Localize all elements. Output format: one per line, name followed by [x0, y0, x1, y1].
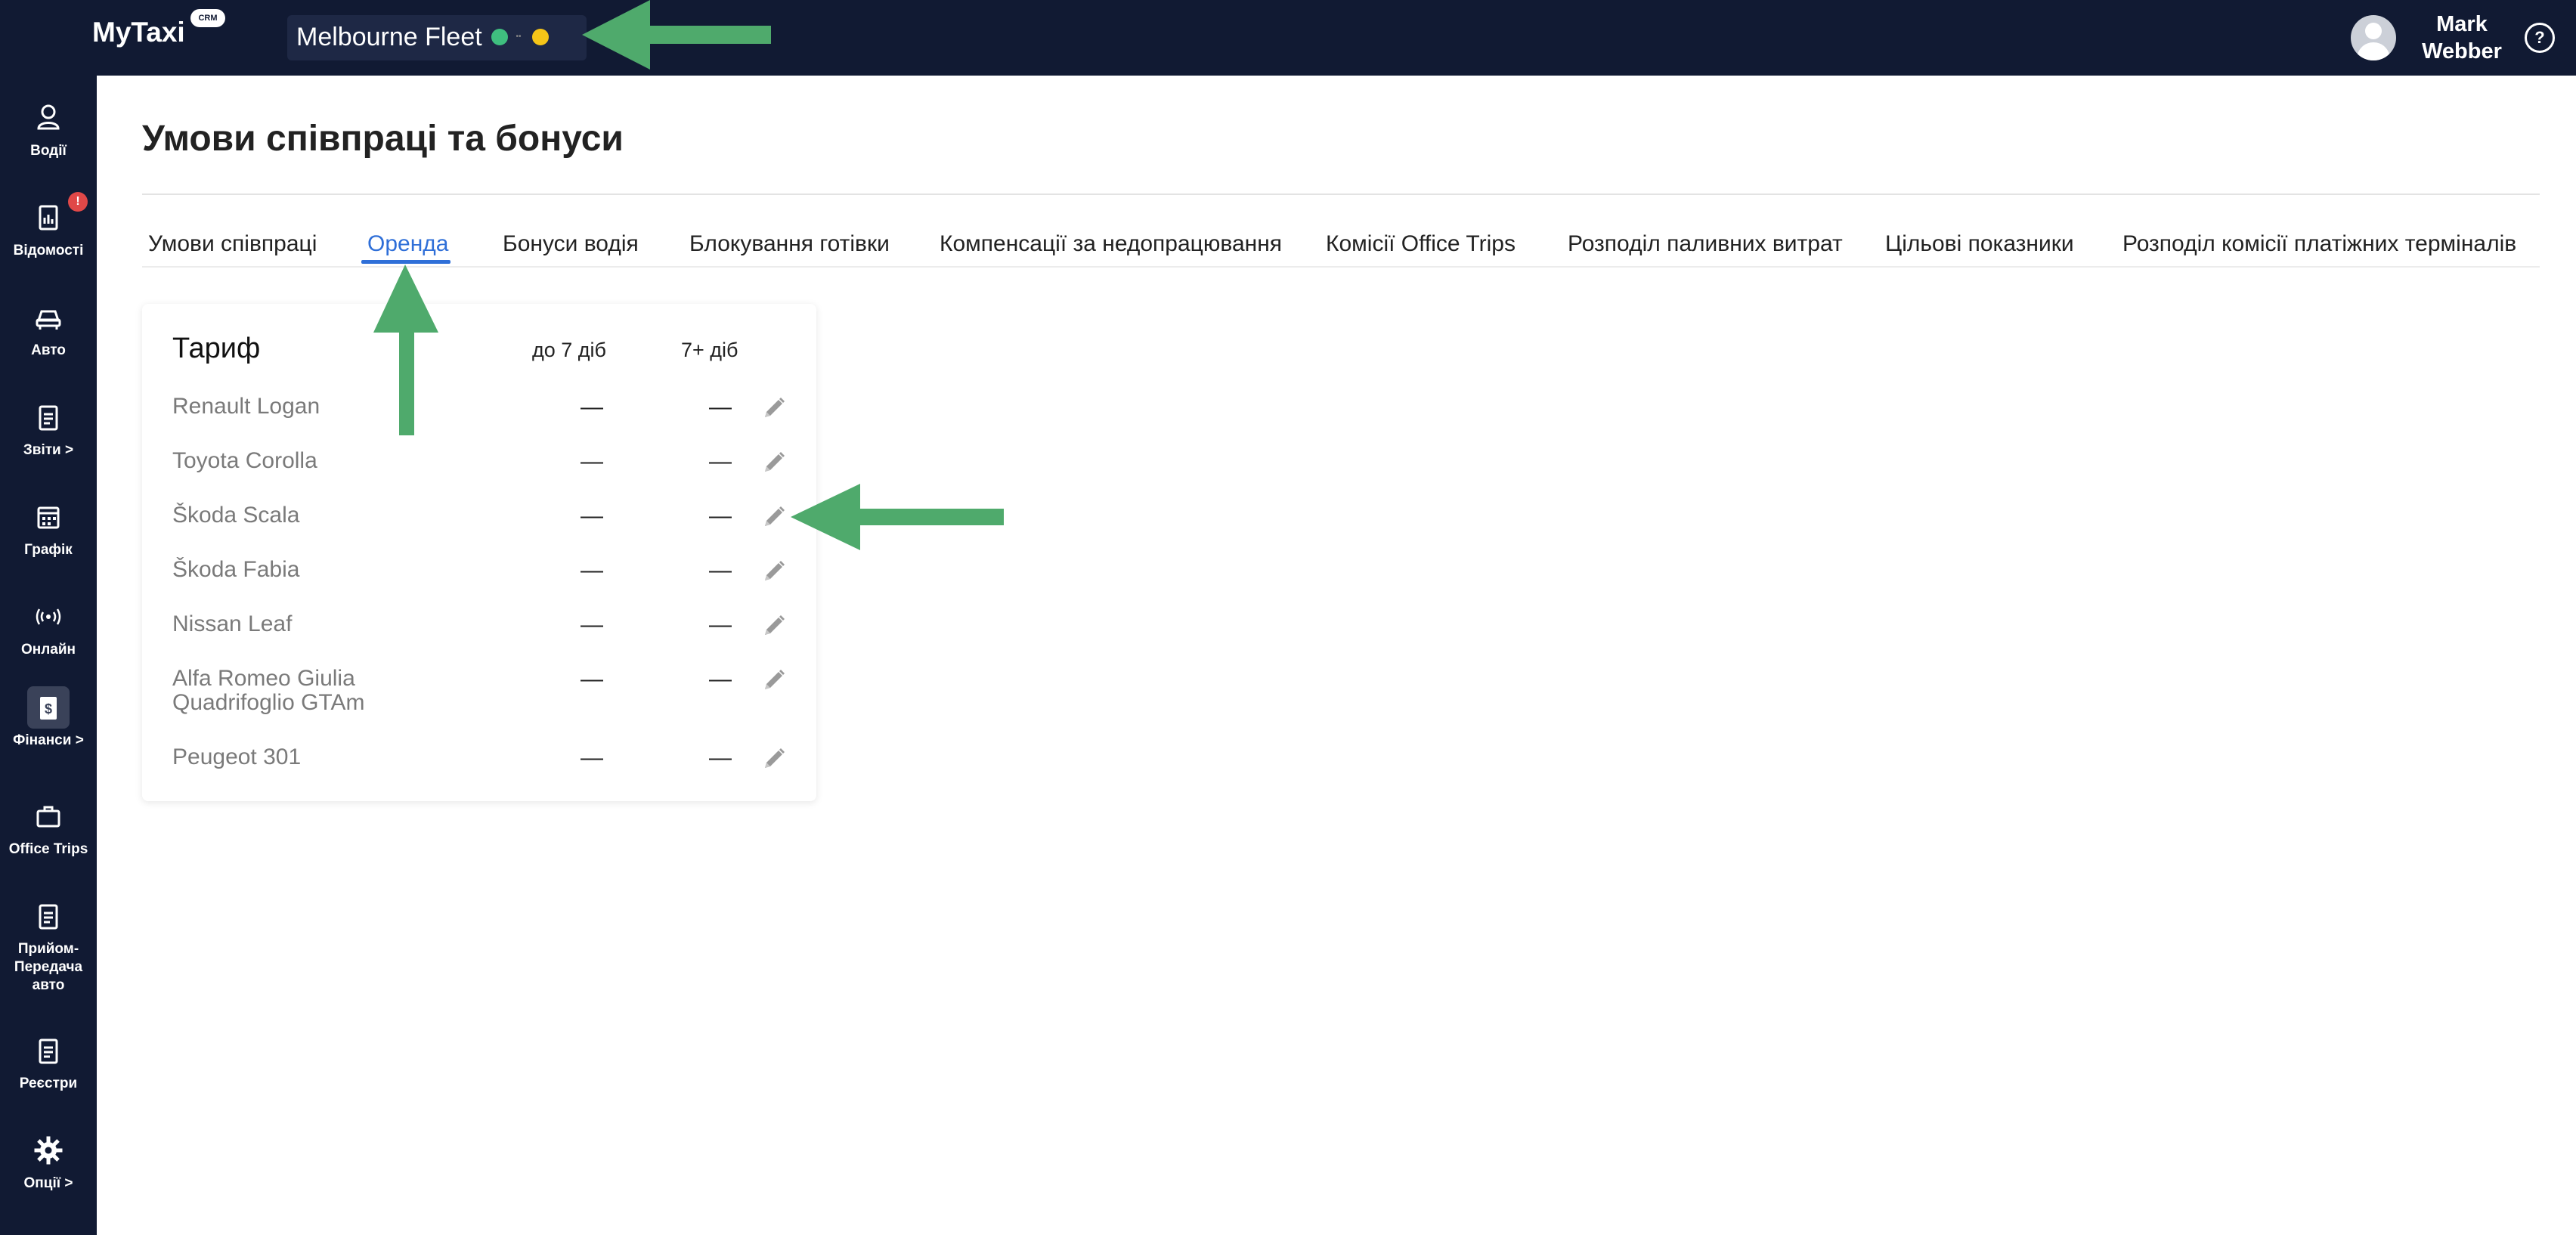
driver-icon — [27, 97, 70, 139]
report-icon — [27, 197, 70, 239]
value-7-plus: — — [709, 449, 732, 474]
svg-text:$: $ — [45, 701, 52, 717]
user-name[interactable]: Mark Webber — [2416, 11, 2508, 65]
edit-icon[interactable] — [759, 611, 789, 641]
annotation-arrow-left-row — [791, 484, 1004, 550]
sidebar-item-label: Графік — [24, 542, 73, 558]
sidebar-item-label: Онлайн — [20, 642, 76, 658]
online-icon — [27, 596, 70, 638]
alert-badge: ! — [68, 192, 88, 212]
car-icon — [27, 296, 70, 339]
value-up-to-7: — — [581, 612, 603, 637]
tab-cash-blocking[interactable]: Блокування готівки — [689, 231, 890, 257]
tab-compensation[interactable]: Компенсації за недопрацювання — [940, 231, 1282, 257]
tab-rent[interactable]: Оренда — [367, 231, 448, 257]
tab-fuel-costs[interactable]: Розподіл паливних витрат — [1568, 231, 1843, 257]
briefcase-icon — [27, 795, 70, 837]
active-tab-indicator — [361, 260, 450, 264]
sidebar-item-label: Звіти > — [23, 442, 74, 458]
sidebar-item-label: Реєстри — [19, 1076, 78, 1091]
sidebar-item-label: Прийом-Передача авто — [14, 941, 83, 993]
edit-icon[interactable] — [759, 502, 789, 532]
tariff-name: Škoda Fabia — [172, 557, 300, 582]
edit-icon[interactable] — [759, 744, 789, 774]
registry-icon — [27, 1029, 70, 1072]
sidebar-item-reports-sheets[interactable]: ! Відомості — [0, 192, 97, 260]
sidebar-item-office-trips[interactable]: Office Trips — [0, 795, 97, 859]
tab-target-indicators[interactable]: Цільові показники — [1885, 231, 2074, 257]
sidebar-item-schedule[interactable]: Графік — [0, 496, 97, 559]
edit-icon[interactable] — [759, 665, 789, 695]
tariff-name: Škoda Scala — [172, 503, 300, 528]
sidebar-item-finance[interactable]: $ Фінанси > — [0, 686, 97, 750]
value-7-plus: — — [709, 612, 732, 637]
tab-office-trips-commission[interactable]: Комісії Office Trips — [1326, 231, 1516, 257]
crm-badge: CRM — [190, 9, 225, 27]
rent-tariff-card: Тариф до 7 діб 7+ діб Renault Logan — — … — [142, 304, 816, 801]
up-to-7-days-header: до 7 діб — [532, 339, 607, 361]
fleet-selector[interactable]: Melbourne Fleet •• — [287, 15, 587, 60]
value-up-to-7: — — [581, 558, 603, 583]
tariff-name: Peugeot 301 — [172, 744, 302, 769]
sidebar-item-label: Водії — [30, 143, 67, 159]
tab-driver-bonuses[interactable]: Бонуси водія — [503, 231, 639, 257]
edit-icon[interactable] — [759, 447, 789, 478]
status-green-icon — [491, 29, 508, 45]
tariff-name: Alfa Romeo Giulia Quadrifoglio GTAm — [172, 666, 365, 715]
tariff-header: Тариф — [172, 333, 261, 364]
gear-icon — [27, 1129, 70, 1172]
sidebar-item-label: Опції > — [23, 1175, 73, 1191]
value-up-to-7: — — [581, 449, 603, 474]
tariff-name: Nissan Leaf — [172, 611, 293, 636]
top-bar: MyTaxi CRM Melbourne Fleet •• Mark Webbe… — [0, 0, 2576, 76]
edit-icon[interactable] — [759, 556, 789, 587]
sidebar-item-options[interactable]: Опції > — [0, 1129, 97, 1193]
clipboard-icon — [27, 396, 70, 438]
avatar[interactable] — [2351, 15, 2396, 60]
edit-icon[interactable] — [759, 393, 789, 423]
sidebar-item-handover[interactable]: Прийом-Передача авто — [0, 895, 97, 995]
app-logo[interactable]: MyTaxi — [92, 17, 185, 48]
sidebar-item-cars[interactable]: Авто — [0, 296, 97, 360]
annotation-arrow-left-top — [582, 0, 771, 70]
value-7-plus: — — [709, 667, 732, 692]
tab-terminal-commission[interactable]: Розподіл комісії платіжних терміналів — [2122, 231, 2516, 257]
value-up-to-7: — — [581, 395, 603, 419]
value-7-plus: — — [709, 395, 732, 419]
finance-icon: $ — [27, 686, 70, 729]
value-7-plus: — — [709, 745, 732, 770]
value-up-to-7: — — [581, 745, 603, 770]
value-7-plus: — — [709, 558, 732, 583]
divider — [142, 193, 2540, 195]
sidebar-item-registries[interactable]: Реєстри — [0, 1029, 97, 1093]
tab-bar: Умови співпраці Оренда Бонуси водія Блок… — [142, 227, 2540, 268]
sidebar: Водії ! Відомості Авто Звіти > Графік Он… — [0, 76, 97, 1235]
value-7-plus: — — [709, 503, 732, 528]
sidebar-item-label: Відомості — [13, 243, 84, 258]
fleet-name: Melbourne Fleet — [296, 23, 482, 51]
sidebar-item-label: Фінанси > — [13, 732, 84, 748]
sidebar-item-reports[interactable]: Звіти > — [0, 396, 97, 460]
sidebar-item-drivers[interactable]: Водії — [0, 97, 97, 160]
tariff-name: Toyota Corolla — [172, 448, 317, 473]
handover-icon — [27, 895, 70, 937]
sidebar-item-online[interactable]: Онлайн — [0, 596, 97, 659]
page-title: Умови співпраці та бонуси — [142, 119, 624, 159]
sidebar-item-label: Авто — [31, 342, 66, 358]
tab-cooperation-terms[interactable]: Умови співпраці — [148, 231, 317, 257]
sidebar-item-label: Office Trips — [8, 841, 88, 857]
annotation-arrow-up — [373, 265, 438, 435]
7-plus-days-header: 7+ діб — [681, 339, 738, 361]
status-mid-icon: •• — [516, 32, 522, 41]
help-icon[interactable]: ? — [2525, 23, 2555, 53]
tariff-name: Renault Logan — [172, 394, 320, 419]
value-up-to-7: — — [581, 503, 603, 528]
status-yellow-icon — [532, 29, 549, 45]
value-up-to-7: — — [581, 667, 603, 692]
calendar-icon — [27, 496, 70, 538]
